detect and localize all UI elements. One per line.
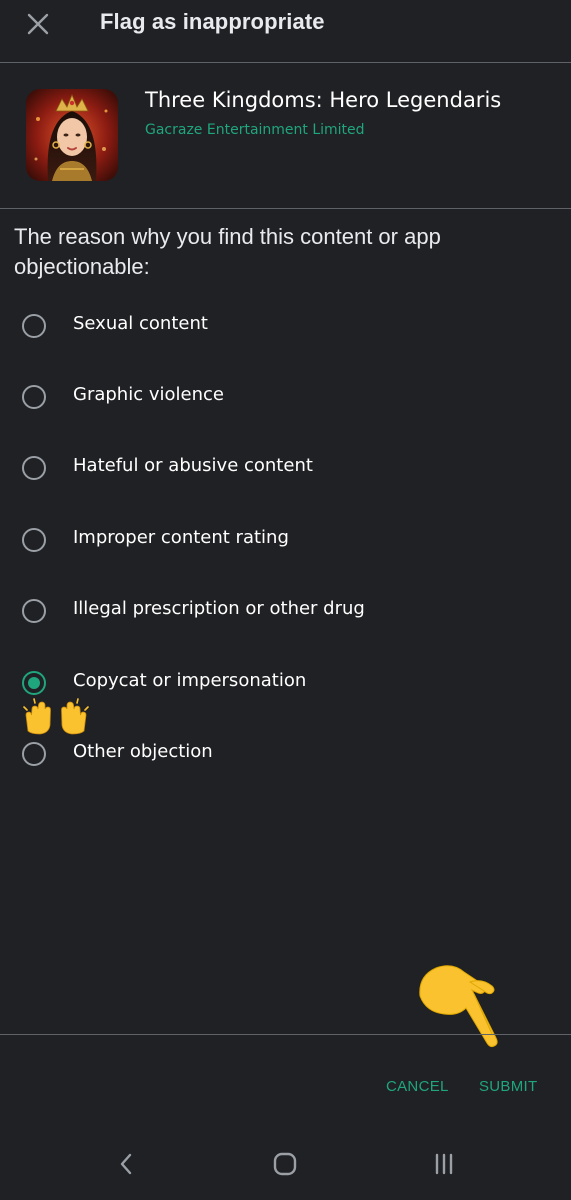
- home-icon: [273, 1152, 297, 1176]
- option-improper-rating[interactable]: Improper content rating: [0, 512, 571, 572]
- option-label: Hateful or abusive content: [73, 455, 313, 476]
- nav-home-button[interactable]: [263, 1148, 307, 1180]
- header-divider: [0, 62, 571, 63]
- option-hateful-content[interactable]: Hateful or abusive content: [0, 440, 571, 500]
- raising-hands-emoji: [22, 697, 90, 737]
- radio-button[interactable]: [22, 314, 46, 338]
- page-title: Flag as inappropriate: [100, 9, 325, 34]
- nav-back-button[interactable]: [104, 1148, 148, 1180]
- submit-button[interactable]: SUBMIT: [479, 1070, 537, 1102]
- option-label: Illegal prescription or other drug: [73, 598, 365, 619]
- option-label: Other objection: [73, 741, 213, 762]
- option-label: Sexual content: [73, 313, 208, 334]
- radio-button[interactable]: [22, 528, 46, 552]
- app-icon: [26, 89, 118, 181]
- back-icon: [120, 1153, 132, 1175]
- option-graphic-violence[interactable]: Graphic violence: [0, 369, 571, 429]
- nav-recents-button[interactable]: [422, 1148, 466, 1180]
- app-divider: [0, 208, 571, 209]
- option-label: Graphic violence: [73, 384, 224, 405]
- app-developer[interactable]: Gacraze Entertainment Limited: [145, 122, 365, 138]
- radio-button[interactable]: [22, 742, 46, 766]
- reason-prompt: The reason why you find this content or …: [14, 224, 441, 279]
- option-label: Copycat or impersonation: [73, 670, 307, 691]
- app-name: Three Kingdoms: Hero Legendaris: [145, 88, 502, 112]
- radio-button[interactable]: [22, 599, 46, 623]
- radio-button-selected[interactable]: [22, 671, 46, 695]
- radio-button[interactable]: [22, 456, 46, 480]
- pointing-hand-icon: [412, 962, 504, 1054]
- system-nav-bar: [0, 1130, 571, 1200]
- option-label: Improper content rating: [73, 527, 289, 548]
- close-button[interactable]: [14, 4, 62, 44]
- close-icon: [27, 13, 49, 35]
- recents-icon: [435, 1153, 453, 1175]
- actions-divider: [0, 1034, 571, 1035]
- option-sexual-content[interactable]: Sexual content: [0, 298, 571, 358]
- app-bar: Flag as inappropriate: [0, 0, 571, 62]
- cancel-button[interactable]: CANCEL: [386, 1070, 449, 1102]
- option-illegal-drug[interactable]: Illegal prescription or other drug: [0, 583, 571, 643]
- radio-button[interactable]: [22, 385, 46, 409]
